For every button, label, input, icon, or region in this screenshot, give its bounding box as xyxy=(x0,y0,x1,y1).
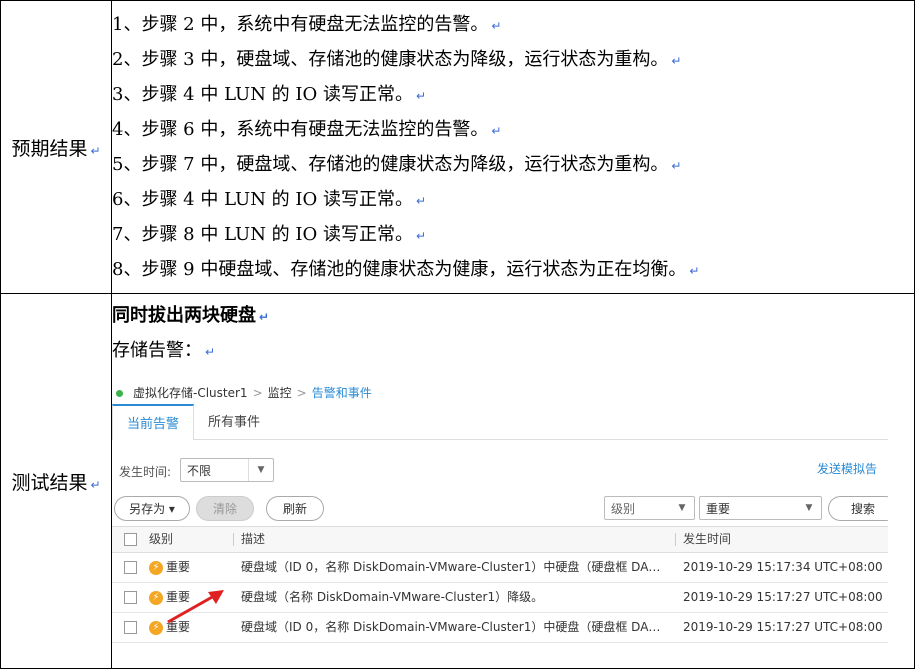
chevron-down-icon: ▼ xyxy=(678,503,686,513)
test-result-label: 测试结果 xyxy=(11,471,88,494)
column-desc[interactable]: 描述 xyxy=(241,527,665,552)
test-result-row: 测试结果 ↵ 同时拔出两块硬盘 ↵ 存储告警： ↵ 虚拟化存储-Cluster1 > 监控… xyxy=(0,293,915,669)
search-button[interactable]: 搜索 xyxy=(828,496,888,521)
table-row[interactable]: ⚡ 重要 硬盘域（ID 0，名称 DiskDomain-VMware-Cluste… xyxy=(112,613,888,643)
tab-current-alarms[interactable]: 当前告警 xyxy=(112,404,195,440)
tab-all-events[interactable]: 所有事件 xyxy=(194,404,274,439)
lightning-icon: ⚡ xyxy=(149,620,163,635)
row-desc: 硬盘域（ID 0，名称 DiskDomain-VMware-Cluster1）中… xyxy=(241,620,665,634)
row-checkbox[interactable] xyxy=(124,591,137,604)
test-case-table: 预期结果 ↵ 1、步骤 2 中，系统中有硬盘无法监控的告警。 ↵ 2、步骤 3 中，… xyxy=(0,0,915,669)
time-filter-label: 发生时间: xyxy=(119,465,172,479)
save-as-button[interactable]: 另存为 ▾ xyxy=(114,496,190,521)
row-desc: 硬盘域（ID 0，名称 DiskDomain-VMware-Cluster1）中… xyxy=(241,560,665,574)
column-time[interactable]: 发生时间 xyxy=(683,527,731,552)
column-level[interactable]: 级别 xyxy=(149,527,173,552)
table-row[interactable]: ⚡ 重要 硬盘域（名称 DiskDomain-VMware-Cluster1）降级… xyxy=(112,583,888,613)
time-filter-select[interactable]: 不限 ▼ xyxy=(180,458,274,482)
alarm-table: 级别 描述 发生时间 ⚡ 重要 硬盘域（ID 0，名称 DiskDomain-VM… xyxy=(112,526,888,643)
test-label-cell: 测试结果 ↵ xyxy=(0,293,112,669)
expected-item-1: 1、步骤 2 中，系统中有硬盘无法监控的告警。 xyxy=(112,14,489,35)
level-value-select[interactable]: 重要 ▼ xyxy=(699,496,822,520)
row-desc: 硬盘域（名称 DiskDomain-VMware-Cluster1）降级。 xyxy=(241,590,544,604)
annotation-arrow-icon xyxy=(167,590,224,624)
breadcrumb-root[interactable]: 虚拟化存储-Cluster1 xyxy=(133,386,248,400)
expected-item-3: 3、步骤 4 中 LUN 的 IO 读写正常。 xyxy=(112,84,413,105)
expected-item-5: 5、步骤 7 中，硬盘域、存储池的健康状态为降级，运行状态为重构。 xyxy=(112,154,669,175)
expected-content-cell: 1、步骤 2 中，系统中有硬盘无法监控的告警。 ↵ 2、步骤 3 中，硬盘域、存储… xyxy=(111,0,915,294)
breadcrumb-current: 告警和事件 xyxy=(311,386,372,400)
breadcrumb: 虚拟化存储-Cluster1 > 监控 > 告警和事件 xyxy=(116,384,372,401)
expected-item-4: 4、步骤 6 中，系统中有硬盘无法监控的告警。 xyxy=(112,119,489,140)
row-time: 2019-10-29 15:17:27 UTC+08:00 xyxy=(683,620,883,634)
expected-label-cell: 预期结果 ↵ xyxy=(0,0,112,294)
refresh-button[interactable]: 刷新 xyxy=(266,496,324,521)
row-checkbox[interactable] xyxy=(124,621,137,634)
send-simulated-alarm-link[interactable]: 发送模拟告 xyxy=(817,460,877,477)
lightning-icon: ⚡ xyxy=(149,560,163,575)
expected-item-7: 7、步骤 8 中 LUN 的 IO 读写正常。 xyxy=(112,224,413,245)
tab-bar: 当前告警 所有事件 xyxy=(112,404,888,440)
chevron-down-icon: ▼ xyxy=(805,503,813,513)
alarm-screenshot: 虚拟化存储-Cluster1 > 监控 > 告警和事件 当前告警 所有事件 发生时间: … xyxy=(112,374,888,649)
expected-item-2: 2、步骤 3 中，硬盘域、存储池的健康状态为降级，运行状态为重构。 xyxy=(112,49,669,70)
level-filter-select[interactable]: 级别 ▼ xyxy=(604,496,695,520)
test-content-cell: 同时拔出两块硬盘 ↵ 存储告警： ↵ 虚拟化存储-Cluster1 > 监控 > 告警和事件… xyxy=(111,293,915,669)
breadcrumb-monitor[interactable]: 监控 xyxy=(268,386,292,400)
row-checkbox[interactable] xyxy=(124,561,137,574)
expected-label: 预期结果 xyxy=(11,137,88,160)
test-subheading: 存储告警： xyxy=(112,340,202,361)
lightning-icon: ⚡ xyxy=(149,590,163,605)
test-heading: 同时拔出两块硬盘 xyxy=(112,305,256,326)
status-dot-icon xyxy=(116,390,123,397)
table-row[interactable]: ⚡ 重要 硬盘域（ID 0，名称 DiskDomain-VMware-Cluste… xyxy=(112,553,888,583)
expected-row: 预期结果 ↵ 1、步骤 2 中，系统中有硬盘无法监控的告警。 ↵ 2、步骤 3 中，… xyxy=(0,0,915,294)
expected-item-6: 6、步骤 4 中 LUN 的 IO 读写正常。 xyxy=(112,189,413,210)
clear-button[interactable]: 清除 xyxy=(196,496,254,521)
chevron-down-icon: ▼ xyxy=(248,459,273,481)
row-time: 2019-10-29 15:17:34 UTC+08:00 xyxy=(683,560,883,574)
expected-item-8: 8、步骤 9 中硬盘域、存储池的健康状态为健康，运行状态为正在均衡。 xyxy=(112,259,687,280)
row-time: 2019-10-29 15:17:27 UTC+08:00 xyxy=(683,590,883,604)
select-all-checkbox[interactable] xyxy=(124,533,137,546)
table-header: 级别 描述 发生时间 xyxy=(112,527,888,553)
